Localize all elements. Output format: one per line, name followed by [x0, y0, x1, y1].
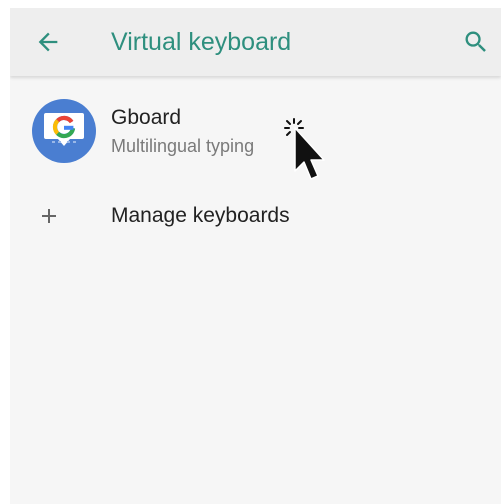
- app-bar: Virtual keyboard: [10, 8, 501, 76]
- back-button[interactable]: [28, 22, 68, 62]
- gboard-label: Gboard: [111, 106, 182, 129]
- manage-keyboards-label: Manage keyboards: [111, 204, 290, 227]
- keyboard-list: Gboard Multilingual typing Manage keyboa…: [10, 78, 501, 504]
- page-title: Virtual keyboard: [111, 28, 292, 56]
- arrow-back-icon: [38, 32, 58, 52]
- gboard-subtitle: Multilingual typing: [111, 136, 255, 156]
- manage-keyboards-button[interactable]: Manage keyboards: [10, 190, 501, 242]
- gboard-icon: [32, 99, 96, 163]
- keyboard-item-gboard[interactable]: Gboard Multilingual typing: [10, 88, 501, 172]
- search-icon: [465, 31, 486, 52]
- plus-icon: [34, 201, 64, 231]
- search-button[interactable]: [456, 22, 496, 62]
- settings-screen: Virtual keyboard Gboard Multilingual typ…: [10, 8, 501, 504]
